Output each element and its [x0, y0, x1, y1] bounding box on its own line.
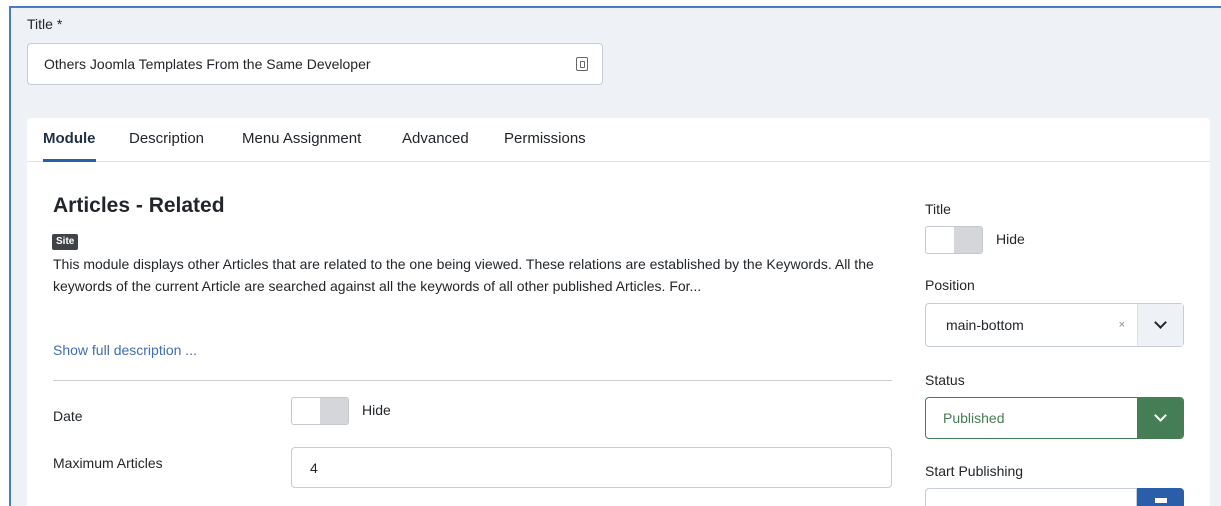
start-publishing-input[interactable]: [925, 488, 1137, 506]
title-show-toggle[interactable]: [925, 226, 983, 254]
chevron-down-icon: [1154, 316, 1167, 329]
tab-bar: Module Description Menu Assignment Advan…: [27, 118, 1210, 162]
tab-menu-assignment[interactable]: Menu Assignment: [242, 118, 361, 162]
maximum-articles-input[interactable]: 4: [291, 447, 892, 488]
tab-permissions[interactable]: Permissions: [504, 118, 586, 162]
chevron-down-icon: [1153, 409, 1167, 422]
title-input-value: Others Joomla Templates From the Same De…: [44, 56, 371, 72]
status-select[interactable]: Published: [925, 397, 1184, 439]
position-label: Position: [925, 277, 975, 293]
date-label: Date: [53, 408, 83, 424]
lock-icon[interactable]: [576, 57, 588, 71]
title-toggle-state: Hide: [996, 231, 1025, 247]
tab-advanced[interactable]: Advanced: [402, 118, 469, 162]
position-dropdown-button[interactable]: [1137, 304, 1183, 346]
title-toggle-knob: [954, 227, 982, 253]
status-label: Status: [925, 372, 965, 388]
title-label: Title *: [27, 16, 63, 32]
date-toggle-knob: [320, 398, 348, 424]
maximum-articles-label: Maximum Articles: [53, 455, 163, 471]
site-badge: Site: [52, 234, 79, 250]
date-toggle-state: Hide: [362, 402, 391, 418]
calendar-icon: [1154, 498, 1167, 503]
calendar-button[interactable]: [1137, 488, 1184, 506]
title-input[interactable]: Others Joomla Templates From the Same De…: [27, 43, 603, 85]
status-value: Published: [943, 410, 1005, 426]
side-title-label: Title: [925, 201, 951, 217]
position-select[interactable]: main-bottom ×: [925, 303, 1184, 347]
date-toggle[interactable]: [291, 397, 349, 425]
clear-icon[interactable]: ×: [1119, 319, 1125, 331]
tab-description[interactable]: Description: [129, 118, 204, 162]
module-type-title: Articles - Related: [53, 194, 225, 217]
divider: [53, 380, 892, 381]
maximum-articles-value: 4: [310, 459, 318, 476]
status-dropdown-button[interactable]: [1137, 398, 1183, 438]
start-publishing-label: Start Publishing: [925, 463, 1024, 479]
tab-module[interactable]: Module: [43, 118, 96, 162]
position-value: main-bottom: [946, 317, 1024, 333]
show-full-description-link[interactable]: Show full description ...: [53, 342, 197, 358]
module-card: Module Description Menu Assignment Advan…: [27, 118, 1210, 506]
module-description: This module displays other Articles that…: [53, 256, 874, 294]
